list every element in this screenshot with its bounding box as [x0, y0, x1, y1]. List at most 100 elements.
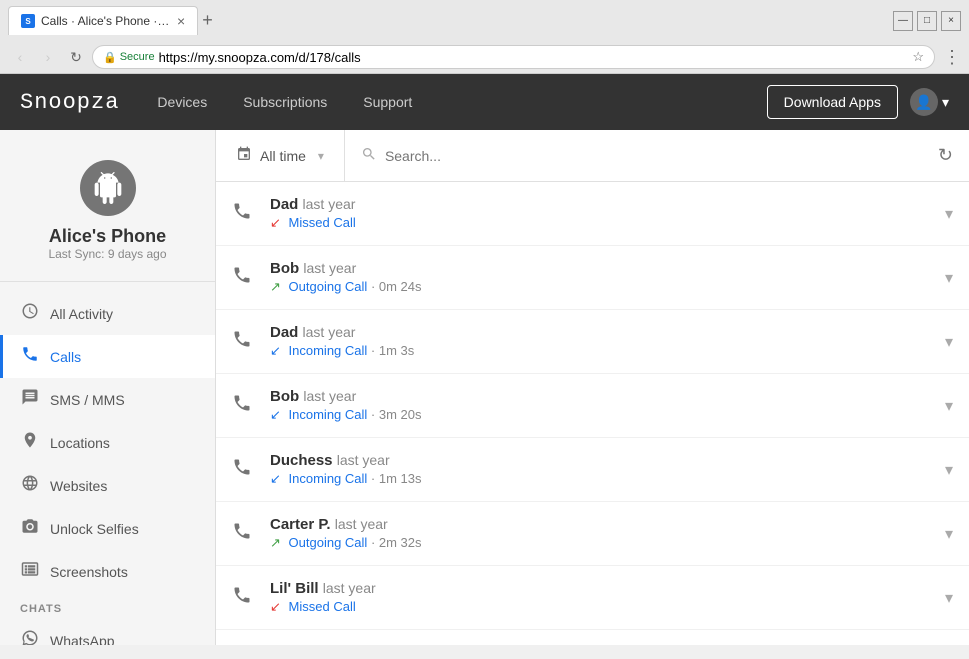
- tab-close-button[interactable]: ×: [177, 13, 185, 29]
- time-filter[interactable]: All time ▾: [216, 130, 345, 181]
- websites-icon: [20, 474, 40, 497]
- address-bar[interactable]: 🔒 Secure https://my.snoopza.com/d/178/ca…: [92, 45, 935, 69]
- nav-devices[interactable]: Devices: [149, 90, 215, 114]
- tab-title: Calls · Alice's Phone · Sno: [41, 14, 171, 28]
- call-details: Bob last year ↙ Incoming Call · 3m 20s: [270, 388, 937, 423]
- call-type: ↙ Incoming Call · 1m 13s: [270, 471, 937, 487]
- bookmark-button[interactable]: ☆: [912, 49, 924, 65]
- browser-menu-button[interactable]: ⋮: [943, 47, 961, 68]
- phone-icon: [232, 329, 256, 354]
- call-duration: · 0m 24s: [371, 279, 422, 294]
- call-list-item[interactable]: Dad last year ↙ Incoming Call · 1m 3s ▾: [216, 310, 969, 374]
- call-direction-icon: ↙: [270, 407, 281, 422]
- locations-icon: [20, 431, 40, 454]
- sidebar-item-sms[interactable]: SMS / MMS: [0, 378, 215, 421]
- call-type-label: Incoming Call: [289, 343, 368, 358]
- calls-icon: [20, 345, 40, 368]
- new-tab-button[interactable]: +: [202, 10, 213, 31]
- call-duration: · 1m 3s: [371, 343, 414, 358]
- call-details: Dad last year ↙ Incoming Call · 1m 3s: [270, 324, 937, 359]
- call-name: Bob last year: [270, 260, 937, 277]
- call-list: Dad last year ↙ Missed Call ▾ Bob last y…: [216, 182, 969, 645]
- title-bar: S Calls · Alice's Phone · Sno × + — □ ×: [0, 0, 969, 41]
- call-type-label: Missed Call: [289, 215, 356, 230]
- caller-name: Duchess: [270, 452, 333, 469]
- sidebar-item-locations[interactable]: Locations: [0, 421, 215, 464]
- search-input[interactable]: [385, 148, 906, 164]
- main-area: All time ▾ ↻ Dad last year ↙ Missed: [216, 130, 969, 645]
- sidebar-label-whatsapp: WhatsApp: [50, 633, 115, 646]
- whatsapp-icon: [20, 629, 40, 645]
- call-details: Lil' Bill last year ↙ Missed Call: [270, 580, 937, 615]
- sidebar-item-websites[interactable]: Websites: [0, 464, 215, 507]
- call-direction-icon: ↙: [270, 215, 281, 230]
- device-section: Alice's Phone Last Sync: 9 days ago: [0, 150, 215, 282]
- call-type-label: Outgoing Call: [289, 279, 368, 294]
- phone-icon: [232, 265, 256, 290]
- secure-badge: 🔒 Secure: [103, 51, 155, 64]
- sidebar-label-websites: Websites: [50, 478, 107, 494]
- refresh-button[interactable]: ↻: [922, 145, 969, 166]
- call-time: last year: [335, 516, 388, 532]
- call-list-item[interactable]: Dad last year ↙ Missed Call ▾: [216, 182, 969, 246]
- app-logo: Snoopza: [20, 90, 119, 115]
- call-list-item[interactable]: Bob last year ↙ Incoming Call · 3m 20s ▾: [216, 374, 969, 438]
- calendar-icon: [236, 146, 252, 165]
- lock-icon: 🔒: [103, 51, 117, 64]
- call-expand-button[interactable]: ▾: [945, 268, 953, 288]
- call-type-label: Incoming Call: [289, 471, 368, 486]
- call-time: last year: [337, 452, 390, 468]
- sidebar-item-screenshots[interactable]: Screenshots: [0, 550, 215, 593]
- tab-favicon: S: [21, 14, 35, 28]
- call-expand-button[interactable]: ▾: [945, 204, 953, 224]
- sidebar-item-all-activity[interactable]: All Activity: [0, 292, 215, 335]
- call-expand-button[interactable]: ▾: [945, 588, 953, 608]
- minimize-button[interactable]: —: [893, 11, 913, 31]
- phone-icon: [232, 521, 256, 546]
- call-details: Carter P. last year ↗ Outgoing Call · 2m…: [270, 516, 937, 551]
- filter-bar: All time ▾ ↻: [216, 130, 969, 182]
- reload-button[interactable]: ↻: [64, 45, 88, 69]
- caller-name: Dad: [270, 324, 298, 341]
- call-expand-button[interactable]: ▾: [945, 396, 953, 416]
- call-details: Duchess last year ↙ Incoming Call · 1m 1…: [270, 452, 937, 487]
- call-duration: · 1m 13s: [371, 471, 422, 486]
- call-expand-button[interactable]: ▾: [945, 332, 953, 352]
- address-bar-row: ‹ › ↻ 🔒 Secure https://my.snoopza.com/d/…: [0, 41, 969, 73]
- call-time: last year: [323, 580, 376, 596]
- nav-support[interactable]: Support: [355, 90, 420, 114]
- call-direction-icon: ↗: [270, 535, 281, 550]
- screenshots-icon: [20, 560, 40, 583]
- forward-button[interactable]: ›: [36, 45, 60, 69]
- search-icon: [361, 146, 377, 165]
- call-time: last year: [303, 260, 356, 276]
- nav-subscriptions[interactable]: Subscriptions: [235, 90, 335, 114]
- call-expand-button[interactable]: ▾: [945, 524, 953, 544]
- time-filter-arrow: ▾: [318, 149, 324, 163]
- caller-name: Carter P.: [270, 516, 331, 533]
- chats-section-label: CHATS: [0, 593, 215, 619]
- call-duration: · 3m 20s: [371, 407, 422, 422]
- call-list-item[interactable]: Carter P. last year ↗ Outgoing Call · 2m…: [216, 502, 969, 566]
- call-expand-button[interactable]: ▾: [945, 460, 953, 480]
- caller-name: Bob: [270, 388, 299, 405]
- call-type-label: Outgoing Call: [289, 535, 368, 550]
- url-text: https://my.snoopza.com/d/178/calls: [159, 50, 361, 65]
- download-apps-button[interactable]: Download Apps: [767, 85, 898, 119]
- browser-tab[interactable]: S Calls · Alice's Phone · Sno ×: [8, 6, 198, 35]
- call-list-item[interactable]: Bob last year ↗ Outgoing Call · 0m 24s ▾: [216, 246, 969, 310]
- call-name: Dad last year: [270, 324, 937, 341]
- caller-name: Lil' Bill: [270, 580, 319, 597]
- call-list-item[interactable]: Duchess last year ↙ Incoming Call · 1m 1…: [216, 438, 969, 502]
- sidebar-item-calls[interactable]: Calls: [0, 335, 215, 378]
- call-type: ↙ Incoming Call · 3m 20s: [270, 407, 937, 423]
- sidebar-item-whatsapp[interactable]: WhatsApp: [0, 619, 215, 645]
- unlock-selfies-icon: [20, 517, 40, 540]
- sidebar-item-unlock-selfies[interactable]: Unlock Selfies: [0, 507, 215, 550]
- close-button[interactable]: ×: [941, 11, 961, 31]
- back-button[interactable]: ‹: [8, 45, 32, 69]
- call-list-item[interactable]: Lil' Bill last year ↙ Missed Call ▾: [216, 566, 969, 630]
- user-menu-button[interactable]: 👤 ▾: [910, 88, 949, 116]
- maximize-button[interactable]: □: [917, 11, 937, 31]
- call-time: last year: [303, 324, 356, 340]
